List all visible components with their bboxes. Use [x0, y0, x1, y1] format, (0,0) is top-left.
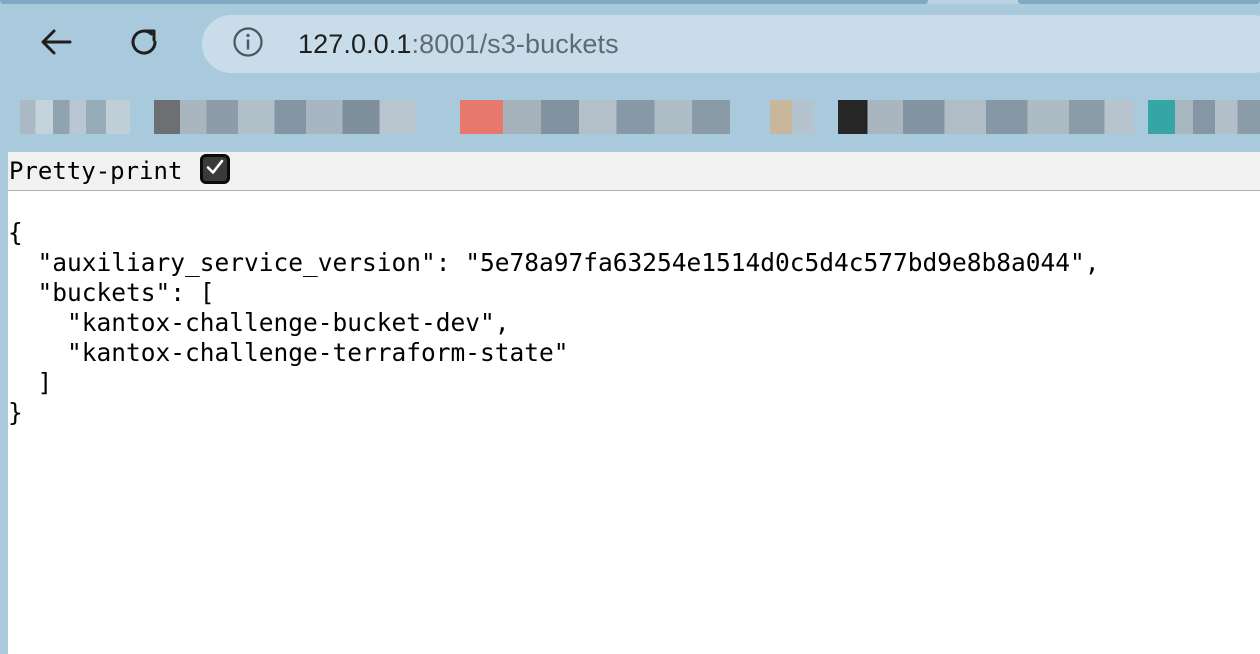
json-line: "kantox-challenge-terraform-state" [8, 338, 569, 367]
reload-button[interactable] [118, 18, 170, 70]
bookmarks-bar [0, 88, 1260, 150]
url-path: :8001/s3-buckets [411, 29, 619, 59]
bookmark-item[interactable] [838, 100, 1134, 134]
bookmark-item[interactable] [20, 100, 130, 134]
pretty-print-bar: Pretty-print [8, 152, 1260, 191]
browser-window: 127.0.0.1:8001/s3-buckets Pretty-print {… [0, 0, 1260, 654]
checkmark-icon [204, 156, 226, 183]
arrow-left-icon [36, 22, 76, 67]
json-line: { [8, 218, 23, 247]
json-line: } [8, 398, 23, 427]
back-button[interactable] [30, 18, 82, 70]
address-bar[interactable]: 127.0.0.1:8001/s3-buckets [202, 15, 1260, 73]
bookmark-item[interactable] [770, 100, 814, 134]
bookmark-item[interactable] [1148, 100, 1260, 134]
json-line: "auxiliary_service_version": "5e78a97fa6… [8, 248, 1100, 277]
pretty-print-checkbox[interactable] [200, 154, 230, 184]
url-host: 127.0.0.1 [298, 29, 412, 59]
json-line: "kantox-challenge-bucket-dev", [8, 308, 510, 337]
site-info-button[interactable] [232, 26, 264, 63]
info-icon [232, 26, 264, 63]
reload-icon [124, 22, 164, 67]
page-content: Pretty-print { "auxiliary_service_versio… [8, 152, 1260, 654]
json-line: "buckets": [ [8, 278, 215, 307]
json-output: { "auxiliary_service_version": "5e78a97f… [8, 218, 1100, 428]
bookmark-item[interactable] [460, 100, 730, 134]
json-line: ] [8, 368, 53, 397]
browser-toolbar: 127.0.0.1:8001/s3-buckets [0, 4, 1260, 88]
bookmark-item[interactable] [154, 100, 416, 134]
pretty-print-label: Pretty-print [9, 157, 183, 185]
url-text[interactable]: 127.0.0.1:8001/s3-buckets [298, 29, 619, 59]
